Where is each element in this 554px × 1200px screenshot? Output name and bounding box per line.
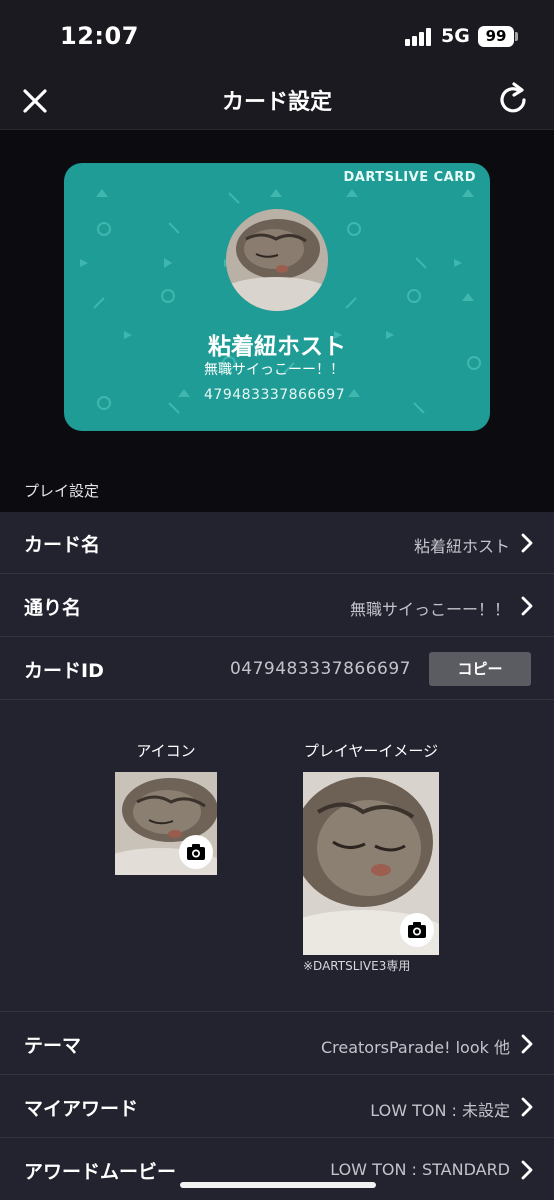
signal-icon <box>405 28 435 46</box>
award-movie-label: アワードムービー <box>24 1161 177 1183</box>
battery-icon: 99 <box>478 26 514 47</box>
network-type: 5G <box>441 25 470 47</box>
my-award-row[interactable]: マイアワード LOW TON : 未設定 <box>0 1076 554 1138</box>
card-avatar <box>226 209 328 311</box>
card-name-row[interactable]: カード名 粘着紐ホスト <box>0 512 554 574</box>
card-id-label: カードID <box>24 660 104 682</box>
camera-icon[interactable] <box>400 913 434 947</box>
card-id-number: 479483337866697 <box>204 387 346 403</box>
battery-tip <box>515 32 518 41</box>
player-card: DARTSLIVE CARD 粘着紐ホスト 無職サイっこーー！！ 4794833… <box>64 163 490 431</box>
page-title: カード設定 <box>221 90 332 115</box>
chevron-right-icon <box>521 596 533 616</box>
my-award-value: LOW TON : 未設定 <box>370 1101 510 1120</box>
settings-list: カード名 粘着紐ホスト 通り名 無職サイっこーー！！ カードID 0479483… <box>0 512 554 1200</box>
section-title: プレイ設定 <box>24 482 100 500</box>
status-time: 12:07 <box>60 22 139 50</box>
card-street-name: 無職サイっこーー！！ <box>204 362 344 378</box>
chevron-right-icon <box>521 1097 533 1117</box>
nav-bar: カード設定 <box>0 72 554 130</box>
street-name-label: 通り名 <box>24 597 82 619</box>
award-movie-value: LOW TON : STANDARD <box>330 1160 510 1179</box>
card-name-value: 粘着紐ホスト <box>413 537 510 556</box>
home-indicator[interactable] <box>180 1182 376 1188</box>
theme-label: テーマ <box>24 1035 82 1057</box>
card-player-name: 粘着紐ホスト <box>208 334 346 360</box>
street-name-row[interactable]: 通り名 無職サイっこーー！！ <box>0 575 554 637</box>
icon-label: アイコン <box>136 742 196 760</box>
street-name-value: 無職サイっこーー！！ <box>349 600 510 619</box>
card-brand: DARTSLIVE CARD <box>343 170 476 185</box>
player-image-note: ※DARTSLIVE3専用 <box>303 959 411 973</box>
player-image-label: プレイヤーイメージ <box>303 742 439 760</box>
image-settings: アイコン プレイヤーイメージ ※DARTSLIVE3専用 <box>0 701 554 1012</box>
card-id-value: 0479483337866697 <box>229 659 411 679</box>
chevron-right-icon <box>521 1034 533 1054</box>
theme-value: CreatorsParade! look 他 <box>320 1038 510 1057</box>
copy-button[interactable]: コピー <box>429 652 531 686</box>
card-id-row: カードID 0479483337866697 コピー <box>0 638 554 700</box>
status-bar: 12:07 5G 99 <box>0 0 554 72</box>
chevron-right-icon <box>521 533 533 553</box>
theme-row[interactable]: テーマ CreatorsParade! look 他 <box>0 1013 554 1075</box>
refresh-icon[interactable] <box>494 80 532 120</box>
card-name-label: カード名 <box>24 534 101 556</box>
award-movie-row[interactable]: アワードムービー LOW TON : STANDARD <box>0 1139 554 1200</box>
my-award-label: マイアワード <box>24 1098 139 1120</box>
camera-icon[interactable] <box>179 835 213 869</box>
chevron-right-icon <box>521 1160 533 1180</box>
